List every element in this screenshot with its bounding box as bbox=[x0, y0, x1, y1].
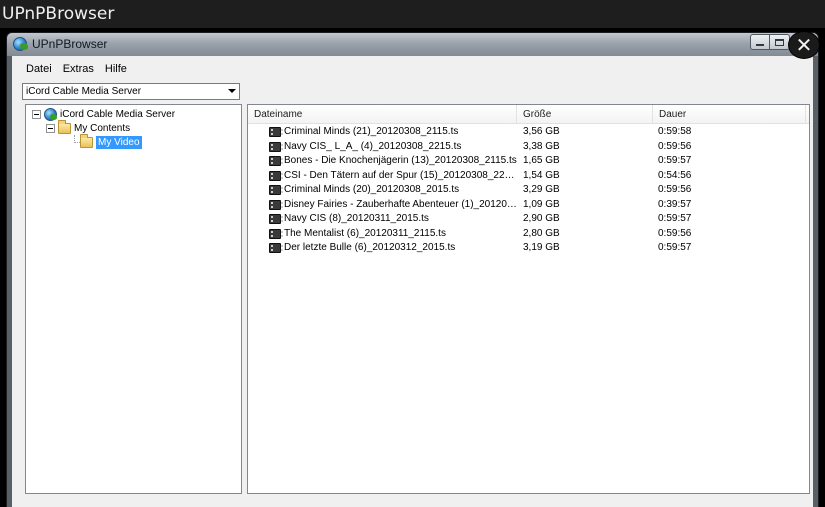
file-name-cell: Navy CIS_ L_A_ (4)_20120308_2215.ts bbox=[269, 140, 519, 155]
maximize-icon bbox=[775, 38, 784, 46]
window-client-area: Datei Extras Hilfe iCord Cable Media Ser… bbox=[12, 56, 813, 507]
list-item[interactable]: CSI - Den Tätern auf der Spur (15)_20120… bbox=[248, 169, 809, 184]
video-file-icon bbox=[269, 156, 283, 167]
tree-node-label: My Video bbox=[96, 135, 142, 149]
file-name: Navy CIS_ L_A_ (4)_20120308_2215.ts bbox=[284, 140, 462, 152]
list-item[interactable]: Criminal Minds (20)_20120308_2015.ts 3,2… bbox=[248, 183, 809, 198]
caption-buttons bbox=[750, 34, 790, 50]
file-name: The Mentalist (6)_20120311_2115.ts bbox=[284, 227, 446, 239]
folder-icon bbox=[58, 119, 71, 134]
close-button[interactable]: ✕ bbox=[788, 31, 820, 59]
file-duration: 0:59:57 bbox=[658, 213, 692, 224]
tree-node-label: My Contents bbox=[74, 122, 131, 134]
window-titlebar[interactable]: UPnPBrowser bbox=[7, 33, 818, 56]
minimize-icon bbox=[756, 44, 764, 46]
screen-edge bbox=[819, 60, 825, 507]
video-file-icon bbox=[269, 199, 283, 210]
tree-node-server[interactable]: iCord Cable Media Server bbox=[32, 107, 175, 121]
window-title: UPnPBrowser bbox=[32, 37, 108, 51]
video-file-icon bbox=[269, 185, 283, 196]
server-tree: iCord Cable Media Server My Contents My … bbox=[25, 104, 242, 494]
file-name-cell: Navy CIS (8)_20120311_2015.ts bbox=[269, 212, 519, 227]
file-name: CSI - Den Tätern auf der Spur (15)_20120… bbox=[284, 169, 519, 181]
video-file-icon bbox=[269, 214, 283, 225]
server-dropdown-value: iCord Cable Media Server bbox=[26, 86, 142, 97]
file-duration: 0:59:58 bbox=[658, 126, 692, 137]
file-duration: 0:39:57 bbox=[658, 198, 692, 210]
tree-node-my-video[interactable]: My Video bbox=[80, 133, 142, 149]
file-size: 1,65 GB bbox=[523, 155, 560, 166]
chevron-down-icon[interactable] bbox=[228, 89, 236, 93]
list-item[interactable]: The Mentalist (6)_20120311_2115.ts 2,80 … bbox=[248, 227, 809, 242]
file-name-cell: Der letzte Bulle (6)_20120312_2015.ts bbox=[269, 241, 519, 256]
file-duration: 0:54:56 bbox=[658, 169, 692, 181]
menu-datei[interactable]: Datei bbox=[21, 60, 58, 78]
column-header-name[interactable]: Dateiname bbox=[248, 105, 516, 124]
video-file-icon bbox=[269, 141, 283, 152]
maximize-button[interactable] bbox=[770, 34, 790, 50]
file-duration: 0:59:56 bbox=[658, 184, 692, 195]
close-icon: ✕ bbox=[795, 33, 813, 57]
file-size: 3,29 GB bbox=[523, 184, 560, 195]
file-size: 2,90 GB bbox=[523, 213, 560, 224]
tree-node-my-contents[interactable]: My Contents bbox=[46, 119, 131, 135]
file-name-cell: Criminal Minds (20)_20120308_2015.ts bbox=[269, 183, 519, 198]
list-item[interactable]: Criminal Minds (21)_20120308_2115.ts 3,5… bbox=[248, 125, 809, 140]
menu-extras[interactable]: Extras bbox=[58, 60, 100, 78]
file-name: Criminal Minds (21)_20120308_2115.ts bbox=[284, 126, 459, 137]
file-name-cell: The Mentalist (6)_20120311_2115.ts bbox=[269, 227, 519, 242]
file-size: 3,38 GB bbox=[523, 140, 560, 152]
file-name: Disney Fairies - Zauberhafte Abenteuer (… bbox=[284, 198, 519, 210]
video-file-icon bbox=[269, 243, 283, 254]
list-item[interactable]: Bones - Die Knochenjägerin (13)_20120308… bbox=[248, 154, 809, 169]
file-size: 1,54 GB bbox=[523, 169, 560, 181]
file-duration: 0:59:57 bbox=[658, 242, 692, 253]
file-list-header: Dateiname Größe Dauer bbox=[248, 105, 809, 124]
file-duration: 0:59:56 bbox=[658, 140, 692, 152]
app-globe-icon[interactable] bbox=[13, 37, 28, 51]
outer-app-title: UPnPBrowser bbox=[0, 0, 825, 28]
menu-bar: Datei Extras Hilfe bbox=[12, 60, 133, 78]
server-dropdown[interactable]: iCord Cable Media Server bbox=[22, 83, 240, 100]
main-window: UPnPBrowser Datei Extras Hilfe iCord Cab… bbox=[6, 32, 819, 507]
list-item[interactable]: Der letzte Bulle (6)_20120312_2015.ts 3,… bbox=[248, 241, 809, 256]
column-header-size[interactable]: Größe bbox=[517, 105, 652, 124]
collapse-toggle[interactable] bbox=[46, 123, 55, 133]
file-list: Dateiname Größe Dauer Criminal Minds (21… bbox=[247, 104, 810, 494]
menu-hilfe[interactable]: Hilfe bbox=[100, 60, 133, 78]
video-file-icon bbox=[269, 228, 283, 239]
file-name: Der letzte Bulle (6)_20120312_2015.ts bbox=[284, 242, 456, 253]
file-duration: 0:59:56 bbox=[658, 227, 692, 239]
file-size: 3,56 GB bbox=[523, 126, 560, 137]
file-size: 1,09 GB bbox=[523, 198, 560, 210]
file-name-cell: Bones - Die Knochenjägerin (13)_20120308… bbox=[269, 154, 519, 169]
video-file-icon bbox=[269, 127, 283, 138]
minimize-button[interactable] bbox=[750, 34, 770, 50]
file-name: Navy CIS (8)_20120311_2015.ts bbox=[284, 213, 429, 224]
file-name: Criminal Minds (20)_20120308_2015.ts bbox=[284, 184, 460, 195]
column-header-duration[interactable]: Dauer bbox=[653, 105, 805, 124]
file-size: 2,80 GB bbox=[523, 227, 560, 239]
list-item[interactable]: Navy CIS_ L_A_ (4)_20120308_2215.ts 3,38… bbox=[248, 140, 809, 155]
file-name: Bones - Die Knochenjägerin (13)_20120308… bbox=[284, 155, 517, 166]
folder-icon bbox=[80, 133, 93, 148]
globe-icon bbox=[44, 107, 57, 121]
collapse-toggle[interactable] bbox=[32, 109, 41, 119]
file-name-cell: Disney Fairies - Zauberhafte Abenteuer (… bbox=[269, 198, 519, 213]
file-duration: 0:59:57 bbox=[658, 155, 692, 166]
column-divider[interactable] bbox=[805, 105, 806, 124]
file-name-cell: Criminal Minds (21)_20120308_2115.ts bbox=[269, 125, 519, 140]
list-item[interactable]: Navy CIS (8)_20120311_2015.ts 2,90 GB 0:… bbox=[248, 212, 809, 227]
tree-node-label: iCord Cable Media Server bbox=[60, 108, 176, 120]
file-size: 3,19 GB bbox=[523, 242, 560, 253]
video-file-icon bbox=[269, 170, 283, 181]
file-name-cell: CSI - Den Tätern auf der Spur (15)_20120… bbox=[269, 169, 519, 184]
list-item[interactable]: Disney Fairies - Zauberhafte Abenteuer (… bbox=[248, 198, 809, 213]
